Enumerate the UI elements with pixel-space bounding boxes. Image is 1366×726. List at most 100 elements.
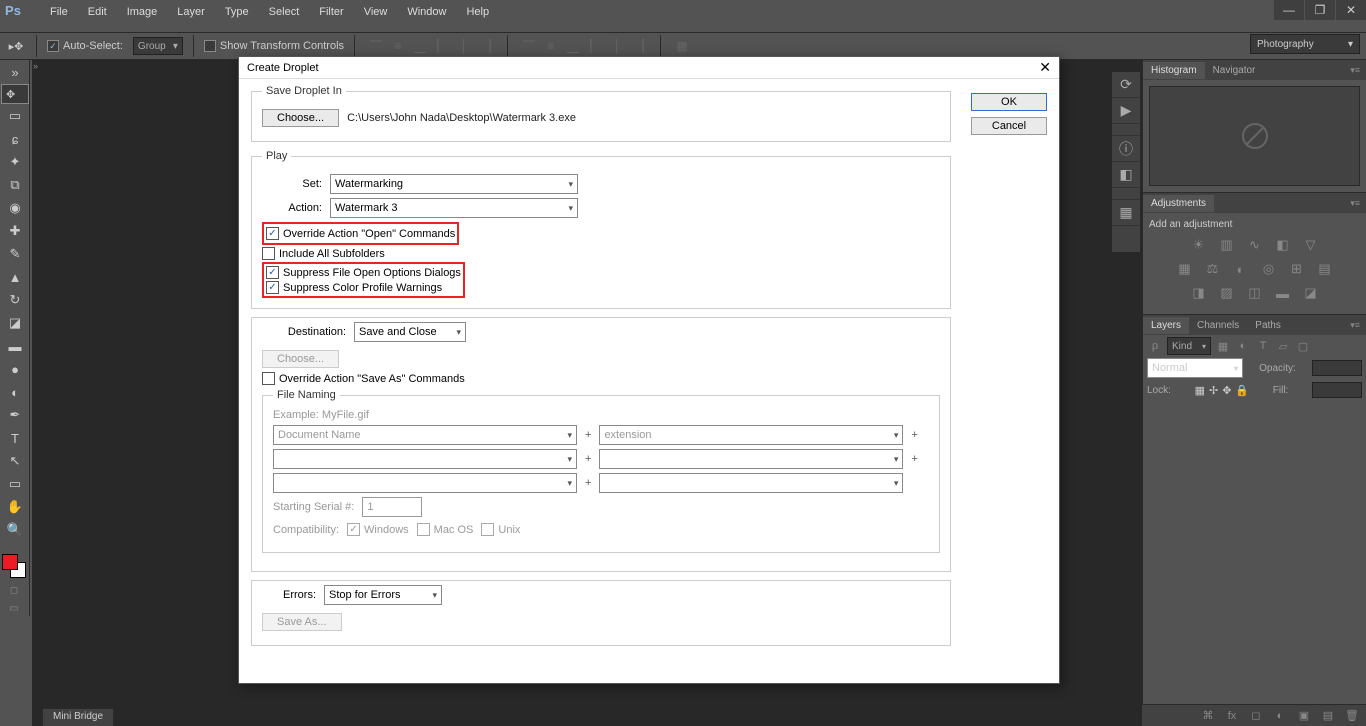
align-right-icon[interactable]: ▕ (475, 35, 497, 57)
menu-select[interactable]: Select (259, 4, 310, 20)
close-icon[interactable]: ✕ (1039, 59, 1051, 76)
dist-hcenter-icon[interactable]: │ (606, 35, 628, 57)
menu-window[interactable]: Window (397, 4, 456, 20)
tab-navigator[interactable]: Navigator (1205, 62, 1264, 79)
window-maximize[interactable]: ❐ (1305, 0, 1335, 20)
tab-layers[interactable]: Layers (1143, 317, 1189, 334)
mini-bridge-tab[interactable]: Mini Bridge (42, 708, 114, 726)
set-select[interactable]: Watermarking▾ (330, 174, 578, 194)
link-layers-icon[interactable]: ⌘ (1200, 708, 1216, 724)
filter-adjust-icon[interactable]: ◐ (1235, 338, 1251, 354)
menu-layer[interactable]: Layer (167, 4, 215, 20)
destination-select[interactable]: Save and Close▾ (354, 322, 466, 342)
panel-menu-icon[interactable]: ▾≡ (1344, 65, 1366, 76)
lock-pixels-icon[interactable]: ▦ (1195, 384, 1205, 397)
menu-image[interactable]: Image (117, 4, 168, 20)
pen-tool-icon[interactable]: ✒ (1, 404, 29, 426)
panel-icon-swatches[interactable]: ▦ (1112, 200, 1140, 226)
menu-type[interactable]: Type (215, 4, 259, 20)
fill-value[interactable] (1312, 382, 1362, 398)
panel-menu-icon[interactable]: ▾≡ (1344, 320, 1366, 331)
lock-position-icon[interactable]: ✢ (1209, 384, 1218, 397)
new-fill-icon[interactable]: ◐ (1272, 708, 1288, 724)
align-left-icon[interactable]: ▏ (431, 35, 453, 57)
dist-right-icon[interactable]: ▕ (628, 35, 650, 57)
adj-curves-icon[interactable]: ∿ (1246, 236, 1264, 254)
gradient-tool-icon[interactable]: ▬ (1, 335, 29, 357)
foreground-color-swatch[interactable] (2, 554, 18, 570)
zoom-tool-icon[interactable]: 🔍 (1, 519, 29, 541)
panel-icon-actions[interactable]: ▶ (1112, 98, 1140, 124)
adj-photofilter-icon[interactable]: ◎ (1260, 260, 1278, 278)
eraser-tool-icon[interactable]: ◪ (1, 312, 29, 334)
adj-channelmixer-icon[interactable]: ⊞ (1288, 260, 1306, 278)
adj-threshold-icon[interactable]: ◫ (1246, 284, 1264, 302)
adj-colorbalance-icon[interactable]: ⚖ (1204, 260, 1222, 278)
panel-icon-history[interactable]: ⟳ (1112, 72, 1140, 98)
align-vcenter-icon[interactable]: ≡ (387, 35, 409, 57)
quickmask-icon[interactable]: ◻ (0, 582, 28, 598)
panel-menu-icon[interactable]: ▾≡ (1344, 198, 1366, 209)
wand-tool-icon[interactable]: ✦ (1, 151, 29, 173)
color-swatches[interactable] (0, 552, 28, 580)
layer-filter-icon[interactable]: ρ (1147, 338, 1163, 354)
layer-fx-icon[interactable]: fx (1224, 708, 1240, 724)
adj-invert-icon[interactable]: ◨ (1190, 284, 1208, 302)
ok-button[interactable]: OK (971, 93, 1047, 111)
lock-icon[interactable]: 🔒 (1235, 384, 1249, 397)
new-group-icon[interactable]: ▣ (1296, 708, 1312, 724)
shape-tool-icon[interactable]: ▭ (1, 473, 29, 495)
filter-pixel-icon[interactable]: ▦ (1215, 338, 1231, 354)
type-tool-icon[interactable]: T (1, 427, 29, 449)
override-open-checkbox[interactable] (266, 227, 279, 240)
adj-brightness-icon[interactable]: ☀ (1190, 236, 1208, 254)
show-transform-checkbox[interactable] (204, 40, 216, 52)
auto-align-icon[interactable]: ▦ (671, 35, 693, 57)
choose-save-button[interactable]: Choose... (262, 109, 339, 127)
align-hcenter-icon[interactable]: │ (453, 35, 475, 57)
lock-all-icon[interactable]: ✥ (1222, 384, 1231, 397)
tab-histogram[interactable]: Histogram (1143, 62, 1205, 79)
brush-tool-icon[interactable]: ✎ (1, 243, 29, 265)
menu-file[interactable]: File (40, 4, 78, 20)
panel-icon-info[interactable]: ⓘ (1112, 136, 1140, 162)
filter-type-icon[interactable]: T (1255, 338, 1271, 354)
adj-exposure-icon[interactable]: ◧ (1274, 236, 1292, 254)
workspace-selector[interactable]: Photography▾ (1250, 34, 1360, 54)
tab-adjustments[interactable]: Adjustments (1143, 195, 1214, 212)
window-minimize[interactable]: — (1274, 0, 1304, 20)
dist-vcenter-icon[interactable]: ≡ (540, 35, 562, 57)
tab-channels[interactable]: Channels (1189, 317, 1247, 334)
adj-hue-icon[interactable]: ▦ (1176, 260, 1194, 278)
dist-top-icon[interactable]: ⎺ (518, 35, 540, 57)
history-brush-tool-icon[interactable]: ↻ (1, 289, 29, 311)
adj-levels-icon[interactable]: ▥ (1218, 236, 1236, 254)
hand-tool-icon[interactable]: ✋ (1, 496, 29, 518)
adj-gradientmap-icon[interactable]: ▬ (1274, 284, 1292, 302)
filter-smart-icon[interactable]: ▢ (1295, 338, 1311, 354)
menu-edit[interactable]: Edit (78, 4, 117, 20)
align-top-icon[interactable]: ⎺ (365, 35, 387, 57)
adj-selectivecolor-icon[interactable]: ◪ (1302, 284, 1320, 302)
adj-posterize-icon[interactable]: ▨ (1218, 284, 1236, 302)
dodge-tool-icon[interactable]: ◐ (1, 381, 29, 403)
filter-shape-icon[interactable]: ▱ (1275, 338, 1291, 354)
opacity-value[interactable] (1312, 360, 1362, 376)
adj-bw-icon[interactable]: ◐ (1232, 260, 1250, 278)
blur-tool-icon[interactable]: ● (1, 358, 29, 380)
menu-view[interactable]: View (354, 4, 398, 20)
canvas-tab-handle[interactable]: » (32, 60, 46, 74)
marquee-tool-icon[interactable]: ▭ (1, 105, 29, 127)
dist-left-icon[interactable]: ▏ (584, 35, 606, 57)
adj-vibrance-icon[interactable]: ▽ (1302, 236, 1320, 254)
menu-help[interactable]: Help (456, 4, 499, 20)
auto-select-target[interactable]: Group▾ (133, 37, 183, 55)
menu-filter[interactable]: Filter (309, 4, 353, 20)
eyedropper-tool-icon[interactable]: ◉ (1, 197, 29, 219)
crop-tool-icon[interactable]: ⧉ (1, 174, 29, 196)
override-saveas-checkbox[interactable] (262, 372, 275, 385)
toolbox-collapse-icon[interactable]: » (1, 61, 29, 83)
layer-mask-icon[interactable]: ◻ (1248, 708, 1264, 724)
auto-select-checkbox[interactable]: ✓ (47, 40, 59, 52)
healing-tool-icon[interactable]: ✚ (1, 220, 29, 242)
